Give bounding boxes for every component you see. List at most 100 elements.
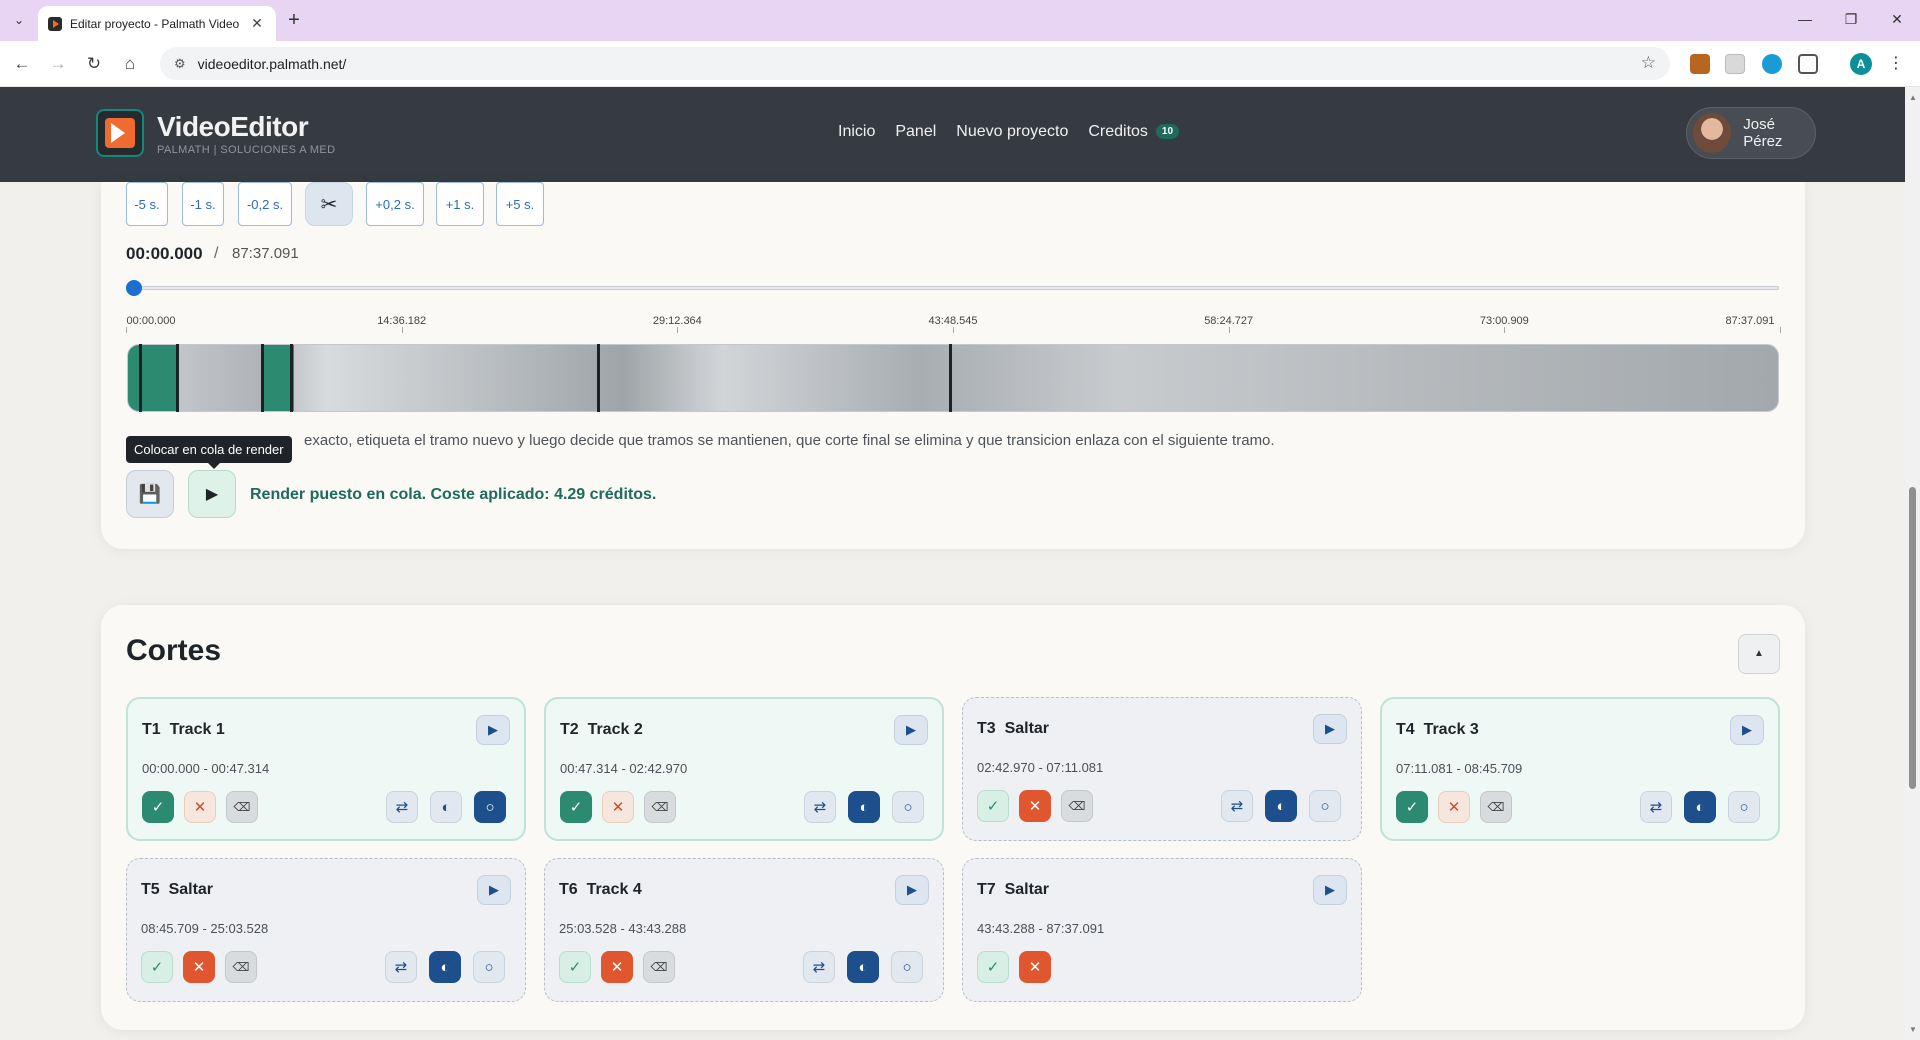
render-queue-button[interactable]: ▶	[188, 470, 236, 518]
transition-swap-icon[interactable]: ⇄	[804, 791, 836, 823]
cut-marker[interactable]	[597, 344, 600, 412]
track-card[interactable]: T2 Track 2 ▶ 00:47.314 - 02:42.970 ✓ ✕ ⌫ ⇄ ◐…	[544, 697, 944, 841]
step-minus-02-button[interactable]: -0,2 s.	[238, 182, 292, 226]
track-card[interactable]: T7 Saltar ▶ 43:43.288 - 87:37.091 ✓ ✕	[962, 858, 1362, 1002]
extensions-puzzle-icon[interactable]	[1798, 54, 1818, 74]
seek-slider-thumb[interactable]	[126, 280, 142, 296]
extension-2-icon[interactable]	[1725, 54, 1745, 74]
cut-marker[interactable]	[176, 344, 179, 412]
play-icon[interactable]: ▶	[476, 715, 510, 745]
skip-x-icon[interactable]: ✕	[183, 951, 215, 983]
restore-icon[interactable]: ❐	[1836, 8, 1866, 30]
save-icon[interactable]: 💾	[126, 470, 174, 518]
play-icon[interactable]: ▶	[1730, 715, 1764, 745]
step-minus-5-button[interactable]: -5 s.	[126, 182, 168, 226]
hard-cut-icon[interactable]: ○	[473, 951, 505, 983]
keep-check-icon[interactable]: ✓	[559, 951, 591, 983]
home-icon[interactable]: ⌂	[118, 52, 142, 76]
close-window-icon[interactable]: ✕	[1882, 8, 1912, 30]
step-plus-5-button[interactable]: +5 s.	[496, 182, 544, 226]
fade-transition-icon[interactable]: ◐	[1265, 790, 1297, 822]
forward-icon[interactable]: →	[46, 52, 70, 76]
scroll-up-icon[interactable]: ▲	[1909, 93, 1917, 102]
tab-close-icon[interactable]: ✕	[248, 15, 266, 32]
user-menu[interactable]: José Pérez	[1686, 107, 1816, 159]
step-minus-1-button[interactable]: -1 s.	[182, 182, 224, 226]
delete-cut-icon[interactable]: ⌫	[225, 951, 257, 983]
hard-cut-icon[interactable]: ○	[1728, 791, 1760, 823]
skip-x-icon[interactable]: ✕	[601, 951, 633, 983]
track-card[interactable]: T4 Track 3 ▶ 07:11.081 - 08:45.709 ✓ ✕ ⌫ ⇄ ◐…	[1380, 697, 1780, 841]
scissors-icon[interactable]: ✂	[305, 182, 353, 226]
transition-swap-icon[interactable]: ⇄	[385, 951, 417, 983]
cut-marker[interactable]	[261, 344, 264, 412]
skip-x-icon[interactable]: ✕	[1438, 791, 1470, 823]
keep-check-icon[interactable]: ✓	[977, 790, 1009, 822]
back-icon[interactable]: ←	[10, 52, 34, 76]
fade-transition-icon[interactable]: ◐	[847, 951, 879, 983]
delete-cut-icon[interactable]: ⌫	[1480, 791, 1512, 823]
keep-check-icon[interactable]: ✓	[977, 951, 1009, 983]
play-icon[interactable]: ▶	[1313, 714, 1347, 744]
seek-slider[interactable]	[134, 286, 1779, 290]
fade-transition-icon[interactable]: ◐	[429, 951, 461, 983]
skip-x-icon[interactable]: ✕	[1019, 790, 1051, 822]
play-icon[interactable]: ▶	[895, 875, 929, 905]
hard-cut-icon[interactable]: ○	[1309, 790, 1341, 822]
fade-transition-icon[interactable]: ◐	[848, 791, 880, 823]
delete-cut-icon[interactable]: ⌫	[1061, 790, 1093, 822]
transition-swap-icon[interactable]: ⇄	[1221, 790, 1253, 822]
keep-check-icon[interactable]: ✓	[142, 791, 174, 823]
transition-swap-icon[interactable]: ⇄	[386, 791, 418, 823]
collapse-icon[interactable]: ▲	[1738, 634, 1780, 674]
download-icon[interactable]	[1762, 54, 1782, 74]
profile-avatar[interactable]: A	[1850, 53, 1872, 75]
track-card[interactable]: T3 Saltar ▶ 02:42.970 - 07:11.081 ✓ ✕ ⌫ ⇄ ◐ ○	[962, 697, 1362, 841]
keep-check-icon[interactable]: ✓	[141, 951, 173, 983]
delete-cut-icon[interactable]: ⌫	[644, 791, 676, 823]
keep-check-icon[interactable]: ✓	[1396, 791, 1428, 823]
keep-check-icon[interactable]: ✓	[560, 791, 592, 823]
track-card[interactable]: T1 Track 1 ▶ 00:00.000 - 00:47.314 ✓ ✕ ⌫ ⇄ ◐…	[126, 697, 526, 841]
play-icon[interactable]: ▶	[1313, 875, 1347, 905]
cut-marker[interactable]	[949, 344, 952, 412]
hard-cut-icon[interactable]: ○	[891, 951, 923, 983]
bookmark-star-icon[interactable]: ☆	[1641, 53, 1656, 73]
hard-cut-icon[interactable]: ○	[474, 791, 506, 823]
track-card[interactable]: T5 Saltar ▶ 08:45.709 - 25:03.528 ✓ ✕ ⌫ ⇄ ◐ ○	[126, 858, 526, 1002]
step-plus-02-button[interactable]: +0,2 s.	[366, 182, 424, 226]
new-tab-icon[interactable]: +	[284, 10, 304, 30]
play-icon[interactable]: ▶	[894, 715, 928, 745]
fade-transition-icon[interactable]: ◐	[430, 791, 462, 823]
cut-marker[interactable]	[290, 344, 293, 412]
skip-x-icon[interactable]: ✕	[1019, 951, 1051, 983]
scroll-thumb[interactable]	[1909, 487, 1916, 789]
browser-tab[interactable]: Editar proyecto - Palmath Video ✕	[38, 6, 276, 41]
delete-cut-icon[interactable]: ⌫	[226, 791, 258, 823]
cut-marker[interactable]	[139, 344, 142, 412]
delete-cut-icon[interactable]: ⌫	[643, 951, 675, 983]
play-icon[interactable]: ▶	[477, 875, 511, 905]
nav-inicio[interactable]: Inicio	[838, 123, 875, 141]
extension-1-icon[interactable]	[1690, 54, 1710, 74]
nav-panel[interactable]: Panel	[895, 123, 936, 141]
tab-search-icon[interactable]: ⌄	[8, 9, 30, 31]
nav-nuevo-proyecto[interactable]: Nuevo proyecto	[956, 123, 1068, 141]
logo-icon[interactable]	[96, 109, 144, 157]
site-info-icon[interactable]: ⚙	[174, 56, 186, 72]
nav-creditos[interactable]: Creditos 10	[1088, 123, 1180, 141]
skip-x-icon[interactable]: ✕	[184, 791, 216, 823]
transition-swap-icon[interactable]: ⇄	[803, 951, 835, 983]
track-card[interactable]: T6 Track 4 ▶ 25:03.528 - 43:43.288 ✓ ✕ ⌫ ⇄ ◐…	[544, 858, 944, 1002]
transition-swap-icon[interactable]: ⇄	[1640, 791, 1672, 823]
fade-transition-icon[interactable]: ◐	[1684, 791, 1716, 823]
hard-cut-icon[interactable]: ○	[892, 791, 924, 823]
address-bar[interactable]: ⚙ videoeditor.palmath.net/ ☆	[160, 47, 1670, 80]
scroll-down-icon[interactable]: ▼	[1909, 1025, 1917, 1034]
waveform-timeline[interactable]	[127, 344, 1779, 412]
minimize-icon[interactable]: —	[1790, 8, 1820, 30]
more-menu-icon[interactable]: ⋮	[1888, 53, 1904, 73]
logo-name[interactable]: VideoEditor	[157, 111, 309, 143]
skip-x-icon[interactable]: ✕	[602, 791, 634, 823]
step-plus-1-button[interactable]: +1 s.	[436, 182, 484, 226]
